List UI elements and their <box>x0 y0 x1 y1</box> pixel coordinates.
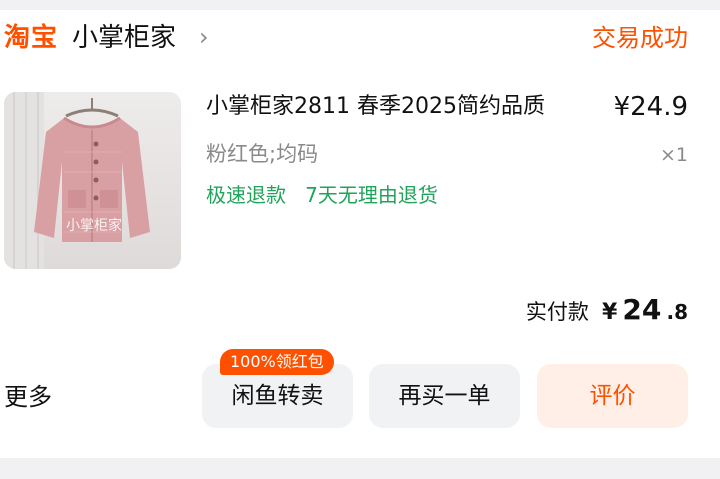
paid-amount-decimal: .8 <box>666 300 688 324</box>
order-status: 交易成功 <box>592 24 688 52</box>
paid-currency: ¥ <box>602 300 618 325</box>
chevron-right-icon[interactable]: › <box>199 20 209 54</box>
shop-name[interactable]: 小掌柜家 <box>72 20 176 56</box>
product-sku: 粉红色;均码 <box>206 142 319 166</box>
product-image[interactable]: 小掌柜家 <box>4 92 181 269</box>
service-tag-7day-return: 7天无理由退货 <box>305 183 438 207</box>
rebuy-button[interactable]: 再买一单 <box>369 364 520 428</box>
paid-label: 实付款 <box>525 300 589 324</box>
product-image-graphic: 小掌柜家 <box>4 92 181 269</box>
more-button[interactable]: 更多 <box>4 377 52 417</box>
taobao-logo: 淘宝 <box>4 23 59 53</box>
shop-header[interactable]: 淘宝 小掌柜家 › 交易成功 <box>0 20 720 56</box>
service-tag-fast-refund: 极速退款 <box>206 183 286 207</box>
image-watermark: 小掌柜家 <box>66 217 122 234</box>
paid-amount-row: 实付款 ¥ 24 .8 <box>526 292 688 332</box>
paid-amount-integer: 24 <box>622 293 662 326</box>
product-quantity: ×1 <box>659 144 688 166</box>
product-price: ¥24.9 <box>613 92 688 122</box>
review-button[interactable]: 评价 <box>537 364 688 428</box>
product-title[interactable]: 小掌柜家2811 春季2025简约品质 <box>206 92 545 122</box>
service-tags: 极速退款 7天无理由退货 <box>206 180 452 210</box>
promo-badge: 100%领红包 <box>220 349 334 375</box>
